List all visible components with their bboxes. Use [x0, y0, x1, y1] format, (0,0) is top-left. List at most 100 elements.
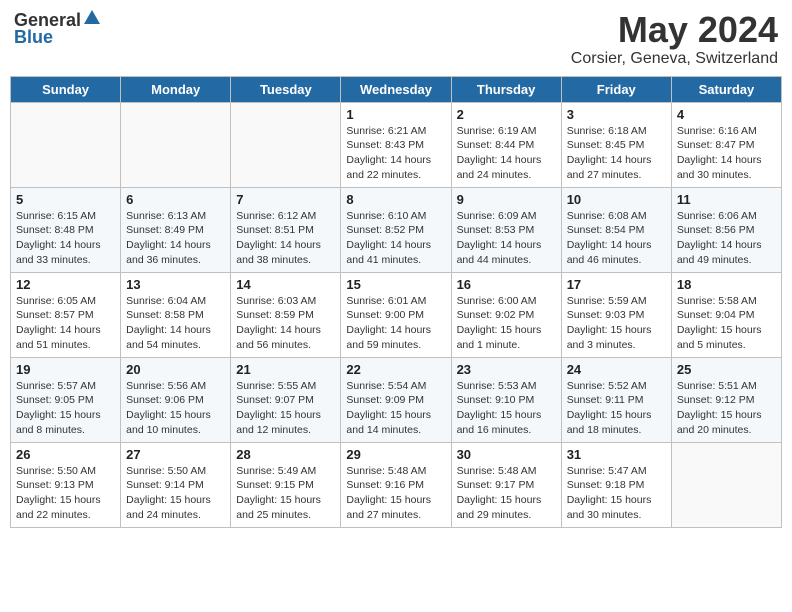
day-detail: Sunrise: 5:59 AM Sunset: 9:03 PM Dayligh… — [567, 294, 666, 353]
day-detail: Sunrise: 6:10 AM Sunset: 8:52 PM Dayligh… — [346, 209, 445, 268]
calendar-cell: 6 Sunrise: 6:13 AM Sunset: 8:49 PM Daylig… — [121, 187, 231, 272]
day-number: 24 — [567, 362, 666, 377]
day-detail: Sunrise: 6:04 AM Sunset: 8:58 PM Dayligh… — [126, 294, 225, 353]
day-number: 16 — [457, 277, 556, 292]
day-number: 11 — [677, 192, 776, 207]
day-number: 3 — [567, 107, 666, 122]
day-number: 2 — [457, 107, 556, 122]
day-detail: Sunrise: 5:50 AM Sunset: 9:14 PM Dayligh… — [126, 464, 225, 523]
day-detail: Sunrise: 6:09 AM Sunset: 8:53 PM Dayligh… — [457, 209, 556, 268]
calendar-subtitle: Corsier, Geneva, Switzerland — [571, 50, 778, 68]
day-number: 15 — [346, 277, 445, 292]
calendar-cell: 16 Sunrise: 6:00 AM Sunset: 9:02 PM Dayli… — [451, 272, 561, 357]
calendar-cell — [671, 442, 781, 527]
calendar-title: May 2024 — [571, 10, 778, 50]
day-number: 22 — [346, 362, 445, 377]
day-number: 25 — [677, 362, 776, 377]
calendar-cell: 2Sunrise: 6:19 AM Sunset: 8:44 PM Daylig… — [451, 102, 561, 187]
day-number: 4 — [677, 107, 776, 122]
calendar-cell: 1 Sunrise: 6:21 AM Sunset: 8:43 PM Daylig… — [341, 102, 451, 187]
day-detail: Sunrise: 5:54 AM Sunset: 9:09 PM Dayligh… — [346, 379, 445, 438]
day-detail: Sunrise: 5:48 AM Sunset: 9:17 PM Dayligh… — [457, 464, 556, 523]
calendar-cell: 23 Sunrise: 5:53 AM Sunset: 9:10 PM Dayli… — [451, 357, 561, 442]
calendar-cell: 29 Sunrise: 5:48 AM Sunset: 9:16 PM Dayli… — [341, 442, 451, 527]
day-detail: Sunrise: 5:57 AM Sunset: 9:05 PM Dayligh… — [16, 379, 115, 438]
day-number: 13 — [126, 277, 225, 292]
logo-arrow-icon — [84, 10, 100, 29]
day-number: 26 — [16, 447, 115, 462]
week-row-4: 19 Sunrise: 5:57 AM Sunset: 9:05 PM Dayli… — [11, 357, 782, 442]
calendar-cell — [121, 102, 231, 187]
day-number: 18 — [677, 277, 776, 292]
day-detail: Sunrise: 6:05 AM Sunset: 8:57 PM Dayligh… — [16, 294, 115, 353]
header-row: SundayMondayTuesdayWednesdayThursdayFrid… — [11, 76, 782, 102]
title-block: May 2024 Corsier, Geneva, Switzerland — [571, 10, 778, 68]
calendar-cell: 28 Sunrise: 5:49 AM Sunset: 9:15 PM Dayli… — [231, 442, 341, 527]
week-row-2: 5 Sunrise: 6:15 AM Sunset: 8:48 PM Daylig… — [11, 187, 782, 272]
calendar-cell: 10 Sunrise: 6:08 AM Sunset: 8:54 PM Dayli… — [561, 187, 671, 272]
day-number: 12 — [16, 277, 115, 292]
calendar-cell: 11 Sunrise: 6:06 AM Sunset: 8:56 PM Dayli… — [671, 187, 781, 272]
col-header-wednesday: Wednesday — [341, 76, 451, 102]
calendar-cell: 21Sunrise: 5:55 AM Sunset: 9:07 PM Dayli… — [231, 357, 341, 442]
day-number: 27 — [126, 447, 225, 462]
calendar-cell — [231, 102, 341, 187]
calendar-table: SundayMondayTuesdayWednesdayThursdayFrid… — [10, 76, 782, 528]
col-header-monday: Monday — [121, 76, 231, 102]
calendar-cell: 24 Sunrise: 5:52 AM Sunset: 9:11 PM Dayli… — [561, 357, 671, 442]
col-header-sunday: Sunday — [11, 76, 121, 102]
calendar-cell: 19 Sunrise: 5:57 AM Sunset: 9:05 PM Dayli… — [11, 357, 121, 442]
day-number: 1 — [346, 107, 445, 122]
calendar-cell: 26 Sunrise: 5:50 AM Sunset: 9:13 PM Dayli… — [11, 442, 121, 527]
day-number: 23 — [457, 362, 556, 377]
day-number: 6 — [126, 192, 225, 207]
day-number: 28 — [236, 447, 335, 462]
calendar-cell: 15 Sunrise: 6:01 AM Sunset: 9:00 PM Dayli… — [341, 272, 451, 357]
day-detail: Sunrise: 5:55 AM Sunset: 9:07 PM Dayligh… — [236, 379, 335, 438]
calendar-cell: 31Sunrise: 5:47 AM Sunset: 9:18 PM Dayli… — [561, 442, 671, 527]
day-detail: Sunrise: 5:52 AM Sunset: 9:11 PM Dayligh… — [567, 379, 666, 438]
col-header-friday: Friday — [561, 76, 671, 102]
day-detail: Sunrise: 6:00 AM Sunset: 9:02 PM Dayligh… — [457, 294, 556, 353]
day-number: 30 — [457, 447, 556, 462]
day-detail: Sunrise: 5:48 AM Sunset: 9:16 PM Dayligh… — [346, 464, 445, 523]
day-number: 17 — [567, 277, 666, 292]
col-header-thursday: Thursday — [451, 76, 561, 102]
day-detail: Sunrise: 6:18 AM Sunset: 8:45 PM Dayligh… — [567, 124, 666, 183]
calendar-cell: 17 Sunrise: 5:59 AM Sunset: 9:03 PM Dayli… — [561, 272, 671, 357]
day-number: 10 — [567, 192, 666, 207]
calendar-cell: 3 Sunrise: 6:18 AM Sunset: 8:45 PM Daylig… — [561, 102, 671, 187]
calendar-cell: 25Sunrise: 5:51 AM Sunset: 9:12 PM Dayli… — [671, 357, 781, 442]
calendar-cell: 5 Sunrise: 6:15 AM Sunset: 8:48 PM Daylig… — [11, 187, 121, 272]
day-detail: Sunrise: 6:06 AM Sunset: 8:56 PM Dayligh… — [677, 209, 776, 268]
day-number: 14 — [236, 277, 335, 292]
logo-blue: Blue — [14, 27, 53, 48]
day-detail: Sunrise: 6:08 AM Sunset: 8:54 PM Dayligh… — [567, 209, 666, 268]
logo: General Blue — [14, 10, 100, 48]
day-number: 29 — [346, 447, 445, 462]
day-number: 19 — [16, 362, 115, 377]
day-detail: Sunrise: 6:21 AM Sunset: 8:43 PM Dayligh… — [346, 124, 445, 183]
week-row-1: 1 Sunrise: 6:21 AM Sunset: 8:43 PM Daylig… — [11, 102, 782, 187]
col-header-saturday: Saturday — [671, 76, 781, 102]
day-detail: Sunrise: 6:15 AM Sunset: 8:48 PM Dayligh… — [16, 209, 115, 268]
calendar-cell: 18Sunrise: 5:58 AM Sunset: 9:04 PM Dayli… — [671, 272, 781, 357]
calendar-cell: 7Sunrise: 6:12 AM Sunset: 8:51 PM Daylig… — [231, 187, 341, 272]
day-detail: Sunrise: 5:49 AM Sunset: 9:15 PM Dayligh… — [236, 464, 335, 523]
day-detail: Sunrise: 5:50 AM Sunset: 9:13 PM Dayligh… — [16, 464, 115, 523]
week-row-3: 12 Sunrise: 6:05 AM Sunset: 8:57 PM Dayli… — [11, 272, 782, 357]
calendar-cell: 13 Sunrise: 6:04 AM Sunset: 8:58 PM Dayli… — [121, 272, 231, 357]
day-number: 20 — [126, 362, 225, 377]
col-header-tuesday: Tuesday — [231, 76, 341, 102]
day-number: 9 — [457, 192, 556, 207]
day-detail: Sunrise: 6:13 AM Sunset: 8:49 PM Dayligh… — [126, 209, 225, 268]
day-number: 5 — [16, 192, 115, 207]
calendar-header: SundayMondayTuesdayWednesdayThursdayFrid… — [11, 76, 782, 102]
day-number: 7 — [236, 192, 335, 207]
day-detail: Sunrise: 5:53 AM Sunset: 9:10 PM Dayligh… — [457, 379, 556, 438]
calendar-cell: 14Sunrise: 6:03 AM Sunset: 8:59 PM Dayli… — [231, 272, 341, 357]
calendar-cell: 12 Sunrise: 6:05 AM Sunset: 8:57 PM Dayli… — [11, 272, 121, 357]
calendar-body: 1 Sunrise: 6:21 AM Sunset: 8:43 PM Daylig… — [11, 102, 782, 527]
day-detail: Sunrise: 6:01 AM Sunset: 9:00 PM Dayligh… — [346, 294, 445, 353]
day-number: 8 — [346, 192, 445, 207]
